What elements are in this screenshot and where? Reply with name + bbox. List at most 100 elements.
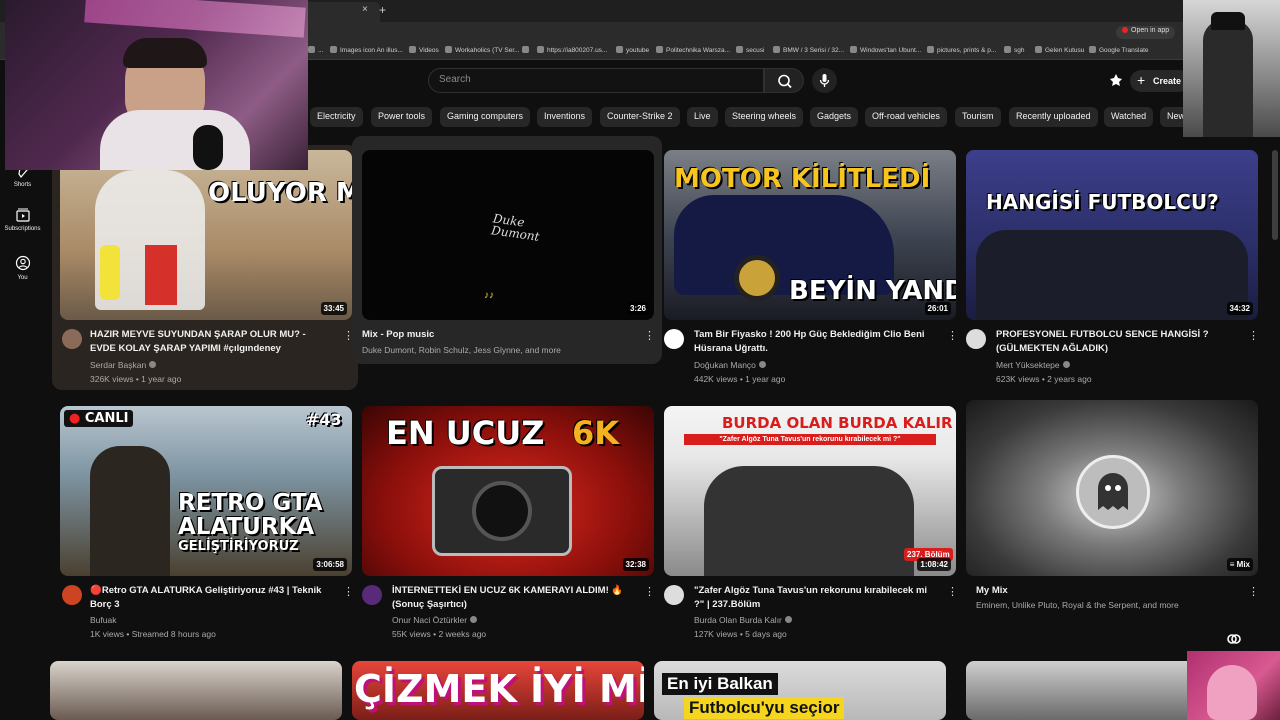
video-meta: 326K views • 1 year ago: [90, 374, 182, 384]
avatar[interactable]: [664, 329, 684, 349]
avatar[interactable]: [62, 329, 82, 349]
chip-tourism[interactable]: Tourism: [955, 107, 1001, 127]
chip-electricity[interactable]: Electricity: [310, 107, 363, 127]
search-input[interactable]: [439, 74, 739, 85]
bookmark-item[interactable]: Videos: [409, 46, 439, 54]
search-button[interactable]: [764, 68, 804, 93]
chip-power-tools[interactable]: Power tools: [371, 107, 433, 127]
rail-item-subscriptions[interactable]: Subscriptions: [0, 208, 45, 232]
bookmark-item[interactable]: https://ia800207.us...: [537, 46, 607, 54]
bookmark-item[interactable]: youtube: [616, 46, 649, 54]
cat-head: [1207, 665, 1257, 720]
chip-off-road-vehicles[interactable]: Off-road vehicles: [865, 107, 947, 127]
avatar[interactable]: [966, 329, 986, 349]
open-in-app-button[interactable]: Open in app: [1116, 26, 1176, 39]
voice-search-button[interactable]: [812, 68, 837, 93]
video-title[interactable]: My Mix: [976, 584, 1216, 598]
channel-name[interactable]: Mert Yüksektepe: [996, 360, 1070, 370]
more-options-icon[interactable]: ⋮: [1248, 585, 1259, 599]
watermark-icon: [1227, 634, 1241, 644]
channel-name[interactable]: Serdar Başkan: [90, 360, 157, 370]
video-thumbnail[interactable]: ● CANLI #43 RETRO GTA ALATURKA GELİŞTİRİ…: [60, 406, 352, 576]
photo-figure: [1203, 20, 1253, 137]
avatar[interactable]: [664, 585, 684, 605]
video-thumbnail[interactable]: ≡ Mix: [966, 400, 1258, 576]
channel-name[interactable]: Onur Naci Öztürkler: [392, 615, 478, 625]
rail-item-you[interactable]: You: [0, 255, 45, 281]
thumb-wheel: [734, 255, 780, 301]
bookmark-item[interactable]: Google Translate: [1089, 46, 1149, 54]
duration-badge-text: Mix: [1236, 560, 1250, 569]
chip-gaming-computers[interactable]: Gaming computers: [440, 107, 531, 127]
avatar[interactable]: [62, 585, 82, 605]
webcam-overlay-cat: [1187, 651, 1280, 720]
chip-steering-wheels[interactable]: Steering wheels: [725, 107, 804, 127]
video-thumbnail[interactable]: ÇİZMEK İYİ Mİ?: [352, 661, 644, 720]
bookmark-item[interactable]: Windows'tan Ubunt...: [850, 46, 921, 54]
duration-badge: ≡ Mix: [1226, 558, 1253, 571]
chip-recently-uploaded[interactable]: Recently uploaded: [1009, 107, 1098, 127]
video-title[interactable]: Tam Bir Fiyasko ! 200 Hp Güç Beklediğim …: [694, 328, 934, 356]
channel-name[interactable]: Doğukan Manço: [694, 360, 766, 370]
channel-name[interactable]: Bufuak: [90, 615, 116, 625]
rail-label: You: [17, 275, 28, 281]
bookmark-item[interactable]: Images icon An illus...: [330, 46, 403, 54]
video-thumbnail[interactable]: HANGİSİ FUTBOLCU? 34:32: [966, 150, 1258, 320]
bookmark-item[interactable]: [522, 46, 532, 54]
video-title[interactable]: Mix - Pop music: [362, 328, 602, 342]
more-options-icon[interactable]: ⋮: [947, 585, 958, 599]
chip-counter-strike-2[interactable]: Counter-Strike 2: [600, 107, 680, 127]
video-title[interactable]: PROFESYONEL FUTBOLCU SENCE HANGİSİ ? (GÜ…: [996, 328, 1236, 356]
video-title[interactable]: 🔴Retro GTA ALATURKA Geliştiriyoruz #43 |…: [90, 584, 330, 612]
channel-name[interactable]: Eminem, Unlike Pluto, Royal & the Serpen…: [976, 600, 1179, 610]
video-thumbnail[interactable]: En iyi Balkan Futbolcu'yu seçior: [654, 661, 946, 720]
bookmark-item[interactable]: Workaholics (TV Ser...: [445, 46, 520, 54]
video-title[interactable]: "Zafer Algöz Tuna Tavus'un rekorunu kıra…: [694, 584, 934, 612]
more-options-icon[interactable]: ⋮: [644, 585, 655, 599]
scrollbar[interactable]: [1272, 150, 1278, 240]
cast-button[interactable]: [1106, 71, 1126, 91]
channel-name[interactable]: Duke Dumont, Robin Schulz, Jess Glynne, …: [362, 345, 561, 355]
more-options-icon[interactable]: ⋮: [343, 585, 354, 599]
rail-label: Subscriptions: [4, 226, 41, 232]
duration-badge: 33:45: [320, 302, 347, 315]
bookmark-item[interactable]: pictures, prints & p...: [927, 46, 996, 54]
bookmark-item[interactable]: ...: [308, 46, 323, 54]
video-thumbnail[interactable]: Duke Dumont ♪♪ 3:26: [362, 150, 654, 320]
bookmark-item[interactable]: Politechnika Warsza...: [656, 46, 730, 54]
video-thumbnail[interactable]: [50, 661, 342, 720]
chip-live[interactable]: Live: [687, 107, 718, 127]
search-box[interactable]: [428, 68, 764, 93]
chip-gadgets[interactable]: Gadgets: [810, 107, 859, 127]
more-options-icon[interactable]: ⋮: [343, 329, 354, 343]
video-thumbnail[interactable]: OLUYOR MU? 33:45: [60, 150, 352, 320]
video-meta: 127K views • 5 days ago: [694, 629, 787, 639]
thumb-text: BURDA OLAN BURDA KALIR: [722, 414, 953, 432]
video-title[interactable]: İNTERNETTEKİ EN UCUZ 6K KAMERAYI ALDIM! …: [392, 584, 632, 612]
bookmark-item[interactable]: Gelen Kutusu: [1035, 46, 1084, 54]
rail-label: Shorts: [13, 182, 32, 188]
tab-close-icon[interactable]: ×: [362, 4, 368, 15]
avatar[interactable]: [362, 585, 382, 605]
create-button[interactable]: + Create: [1130, 70, 1190, 92]
video-thumbnail[interactable]: MOTOR KİLİTLEDİ BEYİN YANDI ! 26:01: [664, 150, 956, 320]
chip-watched[interactable]: Watched: [1104, 107, 1154, 127]
video-title[interactable]: HAZIR MEYVE SUYUNDAN ŞARAP OLUR MU? - EV…: [90, 328, 330, 356]
cam-microphone: [193, 125, 223, 170]
more-options-icon[interactable]: ⋮: [947, 329, 958, 343]
subscriptions-icon: [15, 208, 30, 222]
chip-inventions[interactable]: Inventions: [537, 107, 593, 127]
video-thumbnail[interactable]: BURDA OLAN BURDA KALIR "Zafer Algöz Tuna…: [664, 406, 956, 576]
more-options-icon[interactable]: ⋮: [1248, 329, 1259, 343]
live-badge: ● CANLI: [64, 410, 134, 427]
video-thumbnail[interactable]: EN UCUZ 6K 32:38: [362, 406, 654, 576]
new-tab-button[interactable]: +: [379, 3, 386, 17]
cam-hair: [123, 38, 207, 68]
bookmark-item[interactable]: BMW / 3 Serisi / 32...: [773, 46, 844, 54]
bookmark-item[interactable]: sgh: [1004, 46, 1024, 54]
browser-tab[interactable]: [300, 2, 380, 22]
more-options-icon[interactable]: ⋮: [644, 329, 655, 343]
bookmark-item[interactable]: secusi: [736, 46, 764, 54]
channel-name[interactable]: Burda Olan Burda Kalır: [694, 615, 792, 625]
account-icon: [15, 255, 30, 271]
